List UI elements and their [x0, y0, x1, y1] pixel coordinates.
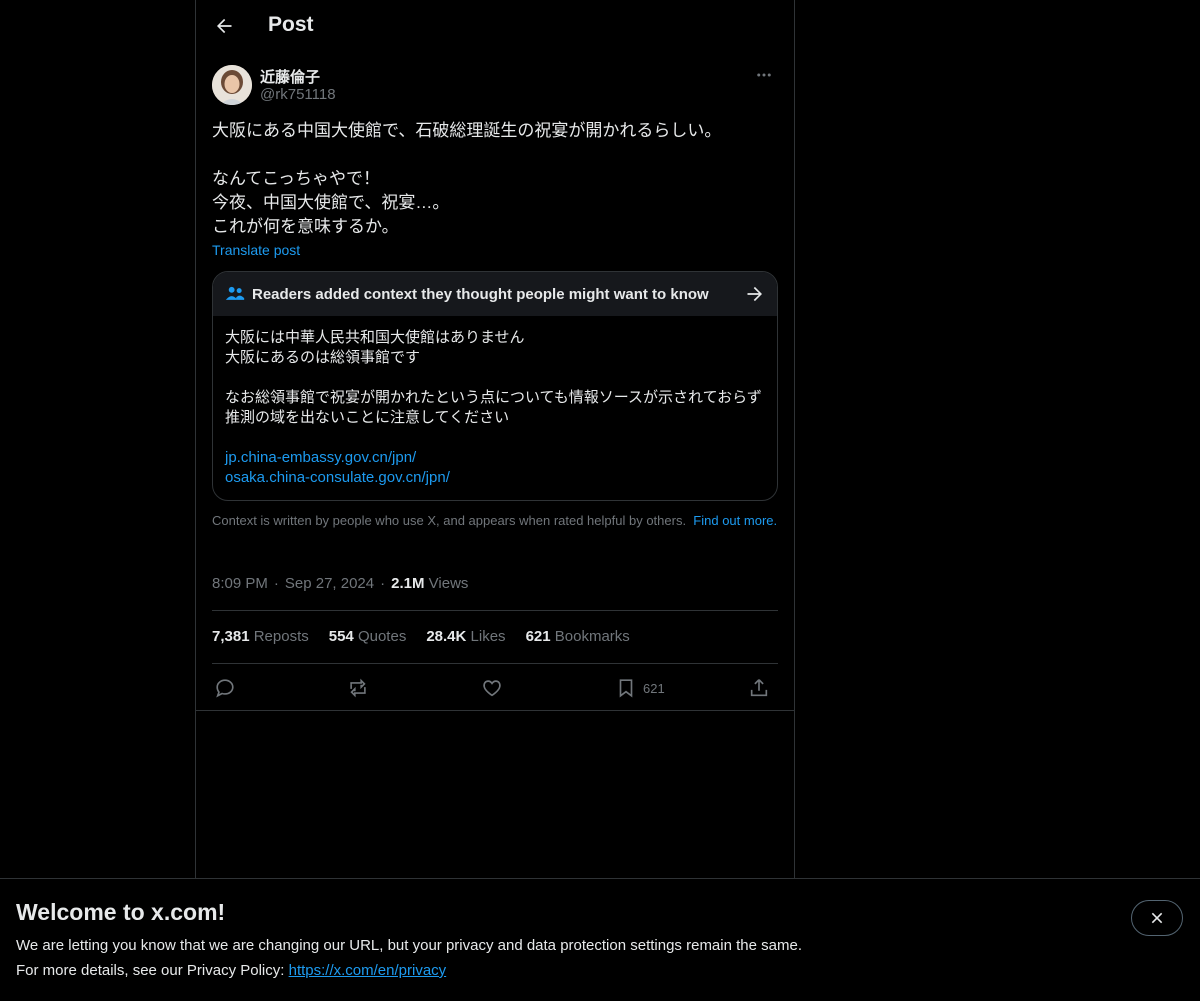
like-button[interactable]	[481, 675, 503, 701]
author-name[interactable]: 近藤倫子	[260, 66, 320, 87]
more-icon	[757, 73, 771, 77]
post-stats: 7,381 Reposts 554 Quotes 28.4K Likes 621…	[212, 628, 630, 645]
bookmarks-stat[interactable]: 621 Bookmarks	[526, 628, 630, 645]
reply-icon	[216, 679, 234, 698]
likes-count: 28.4K	[426, 628, 467, 645]
banner-text-privacy: For more details, see our Privacy Policy…	[16, 962, 446, 979]
views-label: Views	[428, 575, 469, 592]
bookmarks-count: 621	[525, 628, 551, 645]
views-count: 2.1M	[391, 575, 425, 592]
author-handle[interactable]: @rk751118	[260, 86, 336, 103]
note-line: 推測の域を出ないことに注意してください	[225, 409, 510, 426]
translate-post-link[interactable]: Translate post	[212, 242, 300, 258]
arrow-right-icon	[747, 286, 762, 302]
quotes-count: 554	[328, 628, 354, 645]
divider	[212, 610, 778, 611]
post-header: Post	[196, 0, 794, 54]
note-disclaimer-text: Context is written by people who use X, …	[212, 513, 687, 528]
bookmark-count: 621	[643, 680, 665, 696]
community-note-body: 大阪には中華人民共和国大使館はありません 大阪にあるのは総領事館です なお総領事…	[225, 328, 765, 488]
divider	[196, 710, 794, 711]
quotes-label: Quotes	[357, 628, 407, 645]
note-source-link[interactable]: jp.china-embassy.gov.cn/jpn/	[225, 448, 765, 468]
reply-button[interactable]	[214, 675, 236, 701]
quotes-stat[interactable]: 554 Quotes	[329, 628, 407, 645]
avatar[interactable]	[212, 65, 252, 105]
back-button[interactable]	[210, 12, 238, 40]
post-time[interactable]: 8:09 PM	[212, 575, 268, 592]
like-icon	[483, 680, 501, 697]
likes-label: Likes	[470, 628, 506, 645]
page-title: Post	[268, 13, 314, 36]
post-column: Post 近藤倫子 @rk751118 大阪にある中国大使館で、石破総理誕生の祝…	[195, 0, 795, 1000]
bookmark-icon	[619, 679, 633, 698]
share-button[interactable]	[748, 675, 770, 701]
bookmarks-label: Bookmarks	[554, 628, 630, 645]
bookmark-button[interactable]: 621	[615, 675, 665, 701]
note-line: 大阪には中華人民共和国大使館はありません	[225, 329, 525, 346]
post-meta: 8:09 PM · Sep 27, 2024 · 2.1M Views	[212, 575, 469, 592]
more-button[interactable]	[750, 64, 778, 86]
banner-privacy-prefix: For more details, see our Privacy Policy…	[16, 962, 285, 979]
post-author: 近藤倫子 @rk751118	[212, 64, 778, 108]
reposts-stat[interactable]: 7,381 Reposts	[212, 628, 309, 645]
community-note-title: Readers added context they thought peopl…	[252, 286, 709, 303]
reposts-count: 7,381	[212, 628, 250, 645]
close-banner-button[interactable]	[1131, 900, 1183, 936]
repost-icon	[350, 678, 366, 698]
post-text: 大阪にある中国大使館で、石破総理誕生の祝宴が開かれるらしい。 なんてこっちゃやで…	[212, 121, 722, 236]
repost-button[interactable]	[347, 675, 369, 701]
people-icon	[225, 286, 245, 300]
privacy-policy-link[interactable]: https://x.com/en/privacy	[289, 962, 447, 979]
note-line: 大阪にあるのは総領事館です	[225, 349, 421, 366]
note-disclaimer: Context is written by people who use X, …	[212, 513, 778, 529]
banner-text: We are letting you know that we are chan…	[16, 937, 802, 954]
community-note-header[interactable]: Readers added context they thought peopl…	[213, 272, 777, 316]
community-note: Readers added context they thought peopl…	[212, 271, 778, 501]
reposts-label: Reposts	[253, 628, 309, 645]
welcome-banner: Welcome to x.com! We are letting you kno…	[0, 878, 1200, 1001]
banner-title: Welcome to x.com!	[16, 899, 226, 925]
find-out-more-link[interactable]: Find out more.	[693, 513, 777, 528]
note-source-link[interactable]: osaka.china-consulate.gov.cn/jpn/	[225, 468, 765, 488]
back-arrow-icon	[217, 18, 232, 34]
avatar-image	[212, 65, 252, 105]
likes-stat[interactable]: 28.4K Likes	[426, 628, 505, 645]
post-date[interactable]: Sep 27, 2024	[285, 575, 374, 592]
divider	[212, 663, 778, 664]
share-icon	[750, 679, 768, 697]
close-icon	[1151, 912, 1163, 924]
action-bar: 621	[212, 673, 778, 703]
note-line: なお総領事館で祝宴が開かれたという点についても情報ソースが示されておらず	[225, 389, 762, 406]
